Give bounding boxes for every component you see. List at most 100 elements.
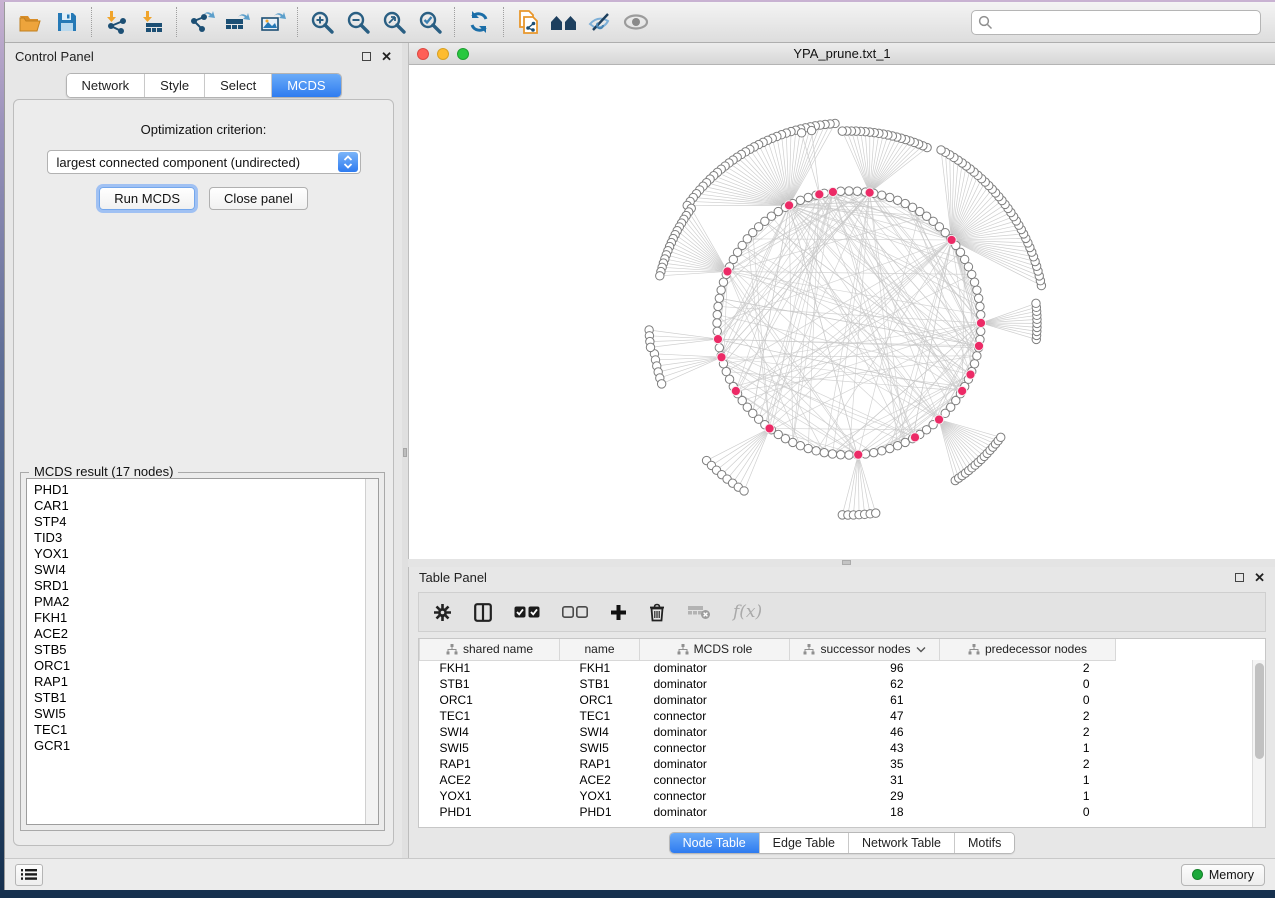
attribute-tree-icon — [677, 644, 689, 655]
search-box[interactable] — [971, 10, 1261, 35]
optimization-criterion-select[interactable]: largest connected component (undirected) — [47, 150, 361, 174]
select-all-icon — [514, 606, 540, 619]
export-image-button[interactable] — [255, 5, 291, 39]
save-session-button[interactable] — [49, 5, 85, 39]
tab-edge-table[interactable]: Edge Table — [760, 833, 849, 853]
table-scrollbar[interactable] — [1252, 660, 1265, 827]
column-header-successor-nodes[interactable]: successor nodes — [790, 639, 940, 660]
zoom-selected-button[interactable] — [412, 5, 448, 39]
network-canvas[interactable] — [409, 65, 1275, 559]
delete-table-icon — [687, 604, 711, 620]
mcds-result-list[interactable]: PHD1CAR1STP4TID3YOX1SWI4SRD1PMA2FKH1ACE2… — [26, 478, 379, 825]
table-row[interactable]: ACE2 ACE2 connector 31 1 — [420, 772, 1116, 788]
mcds-result-item[interactable]: PMA2 — [34, 594, 378, 610]
tab-select[interactable]: Select — [205, 74, 272, 97]
mcds-result-item[interactable]: STB5 — [34, 642, 378, 658]
select-all-button[interactable] — [514, 606, 540, 619]
mcds-result-item[interactable]: CAR1 — [34, 498, 378, 514]
network-window-title: YPA_prune.txt_1 — [409, 46, 1275, 61]
toolbar-separator — [454, 7, 455, 37]
scrollbar-thumb[interactable] — [1255, 663, 1264, 759]
float-panel-icon[interactable] — [362, 52, 371, 61]
show-columns-button[interactable] — [474, 603, 492, 622]
open-file-button[interactable] — [13, 5, 49, 39]
tab-mcds[interactable]: MCDS — [272, 74, 340, 97]
zoom-out-button[interactable] — [340, 5, 376, 39]
memory-button[interactable]: Memory — [1181, 864, 1265, 886]
mcds-result-item[interactable]: SWI4 — [34, 562, 378, 578]
export-table-button[interactable] — [219, 5, 255, 39]
import-table-button[interactable] — [134, 5, 170, 39]
toolbar-separator — [503, 7, 504, 37]
table-row[interactable]: FKH1 FKH1 dominator 96 2 — [420, 660, 1116, 676]
sort-chevron-icon — [916, 646, 926, 653]
mcds-result-item[interactable]: ACE2 — [34, 626, 378, 642]
mcds-result-item[interactable]: RAP1 — [34, 674, 378, 690]
status-bar: Memory — [5, 858, 1275, 890]
mcds-result-item[interactable]: YOX1 — [34, 546, 378, 562]
mcds-result-item[interactable]: STB1 — [34, 690, 378, 706]
add-column-button[interactable] — [610, 604, 627, 621]
first-neighbors-button[interactable] — [546, 5, 582, 39]
close-panel-icon[interactable]: ✕ — [381, 52, 392, 61]
clear-selection-button[interactable] — [562, 606, 588, 619]
splitter-handle[interactable] — [842, 560, 851, 565]
column-header-predecessor-nodes[interactable]: predecessor nodes — [940, 639, 1116, 660]
show-details-button[interactable] — [618, 5, 654, 39]
refresh-button[interactable] — [461, 5, 497, 39]
search-input[interactable] — [998, 15, 1254, 29]
zoom-fit-button[interactable] — [376, 5, 412, 39]
clone-network-button[interactable] — [510, 5, 546, 39]
mcds-tab-page: Optimization criterion: largest connecte… — [13, 99, 394, 846]
tab-network[interactable]: Network — [66, 74, 145, 97]
task-history-button[interactable] — [15, 864, 43, 886]
mcds-result-item[interactable]: PHD1 — [34, 482, 378, 498]
tab-motifs[interactable]: Motifs — [955, 833, 1014, 853]
export-network-button[interactable] — [183, 5, 219, 39]
tab-node-table[interactable]: Node Table — [670, 833, 760, 853]
application-window: Control Panel ✕ Network Style Select MCD… — [4, 2, 1275, 890]
refresh-icon — [466, 9, 492, 35]
horizontal-splitter[interactable] — [408, 559, 1275, 567]
mcds-result-item[interactable]: SRD1 — [34, 578, 378, 594]
float-panel-icon[interactable] — [1235, 573, 1244, 582]
tab-network-table[interactable]: Network Table — [849, 833, 955, 853]
mcds-list-scrollbar[interactable] — [365, 479, 378, 824]
selected-option-text: largest connected component (undirected) — [48, 155, 338, 170]
zoom-out-icon — [345, 9, 371, 35]
run-mcds-button[interactable]: Run MCDS — [99, 187, 195, 210]
column-header-shared-name[interactable]: shared name — [420, 639, 560, 660]
close-panel-button[interactable]: Close panel — [209, 187, 308, 210]
mcds-result-item[interactable]: TEC1 — [34, 722, 378, 738]
table-options-button[interactable] — [433, 603, 452, 622]
table-row[interactable]: SWI4 SWI4 dominator 46 2 — [420, 724, 1116, 740]
mcds-result-item[interactable]: ORC1 — [34, 658, 378, 674]
close-panel-icon[interactable]: ✕ — [1254, 573, 1265, 582]
table-row[interactable]: ORC1 ORC1 dominator 61 0 — [420, 692, 1116, 708]
table-row[interactable]: PHD1 PHD1 dominator 18 0 — [420, 804, 1116, 820]
splitter-handle[interactable] — [403, 448, 407, 457]
zoom-in-button[interactable] — [304, 5, 340, 39]
table-row[interactable]: YOX1 YOX1 connector 29 1 — [420, 788, 1116, 804]
mcds-result-item[interactable]: GCR1 — [34, 738, 378, 754]
hide-details-button[interactable] — [582, 5, 618, 39]
column-header-name[interactable]: name — [560, 639, 640, 660]
table-row[interactable]: STB1 STB1 dominator 62 0 — [420, 676, 1116, 692]
mcds-result-item[interactable]: STP4 — [34, 514, 378, 530]
first-neighbors-icon — [549, 10, 579, 34]
mcds-result-item[interactable]: SWI5 — [34, 706, 378, 722]
table-row[interactable]: RAP1 RAP1 dominator 35 2 — [420, 756, 1116, 772]
mcds-result-item[interactable]: FKH1 — [34, 610, 378, 626]
network-graph[interactable] — [409, 65, 1274, 559]
column-header-mcds-role[interactable]: MCDS role — [640, 639, 790, 660]
control-panel-tabs: Network Style Select MCDS — [65, 73, 341, 98]
mcds-result-item[interactable]: TID3 — [34, 530, 378, 546]
import-network-button[interactable] — [98, 5, 134, 39]
delete-column-button[interactable] — [649, 603, 665, 622]
table-row[interactable]: TEC1 TEC1 connector 47 2 — [420, 708, 1116, 724]
vertical-splitter[interactable] — [402, 43, 408, 858]
search-icon — [978, 15, 993, 30]
tab-style[interactable]: Style — [145, 74, 205, 97]
table-row[interactable]: SWI5 SWI5 connector 43 1 — [420, 740, 1116, 756]
toolbar-separator — [91, 7, 92, 37]
